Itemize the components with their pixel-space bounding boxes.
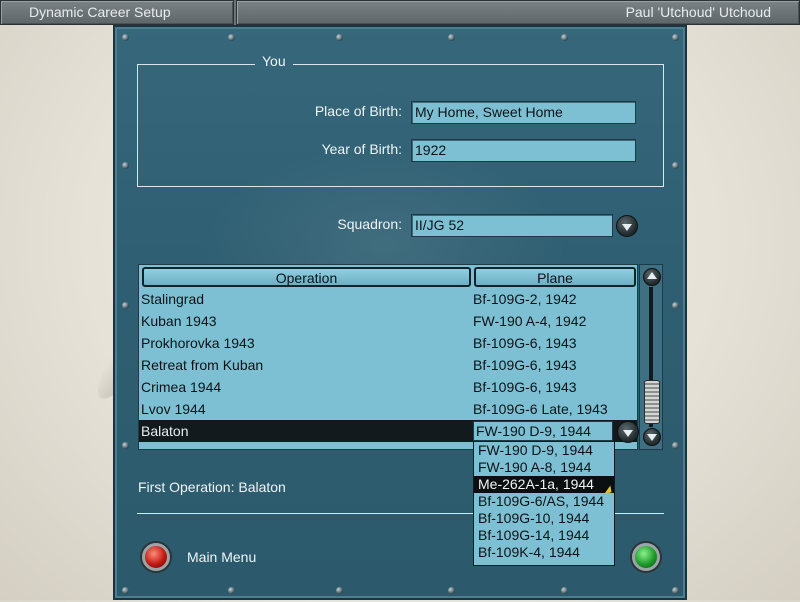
column-header-operation[interactable]: Operation: [142, 267, 471, 287]
rivet: [122, 587, 129, 594]
you-group-title: You: [255, 53, 293, 69]
squadron-dropdown-chevron-down-icon[interactable]: [616, 215, 638, 237]
rivet: [336, 587, 343, 594]
table-row-selected[interactable]: Balaton FW-190 D-9, 1944: [139, 420, 637, 442]
rivet: [672, 587, 679, 594]
plane-cell: FW-190 A-4, 1942: [473, 313, 587, 329]
screen-title: Dynamic Career Setup: [0, 0, 234, 25]
rivet: [122, 162, 129, 169]
plane-cell: Bf-109G-6, 1943: [473, 379, 577, 395]
scroll-down-icon[interactable]: [643, 428, 661, 446]
plane-dropdown-list: FW-190 D-9, 1944 FW-190 A-8, 1944 Me-262…: [473, 441, 615, 566]
operations-table: Operation Plane Stalingrad Bf-109G-2, 19…: [138, 264, 638, 450]
main-menu-label: Main Menu: [187, 549, 257, 565]
table-row[interactable]: Lvov 1944 Bf-109G-6 Late, 1943: [139, 398, 637, 420]
operation-cell: Retreat from Kuban: [141, 357, 264, 373]
rivet: [672, 34, 679, 41]
scroll-thumb[interactable]: [644, 380, 660, 424]
rivet: [561, 587, 568, 594]
plane-option[interactable]: Bf-109G-14, 1944: [474, 527, 614, 544]
squadron-select[interactable]: II/JG 52: [411, 214, 613, 237]
rivet: [672, 442, 679, 449]
plane-option[interactable]: FW-190 A-8, 1944: [474, 459, 614, 476]
you-group-box: [137, 64, 664, 187]
place-of-birth-label: Place of Birth:: [314, 103, 402, 119]
operation-cell: Lvov 1944: [141, 401, 206, 417]
player-name: Paul 'Utchoud' Utchoud: [236, 0, 800, 25]
first-operation-text: First Operation: Balaton: [138, 479, 286, 495]
rivet: [228, 587, 235, 594]
plane-option[interactable]: Bf-109G-6/AS, 1944: [474, 493, 614, 510]
rivet: [122, 442, 129, 449]
plane-cell: Bf-109G-6 Late, 1943: [473, 401, 608, 417]
plane-cell: Bf-109G-2, 1942: [473, 291, 577, 307]
rivet: [561, 34, 568, 41]
plane-cell: Bf-109G-6, 1943: [473, 335, 577, 351]
plane-option[interactable]: Bf-109K-4, 1944: [474, 544, 614, 561]
place-of-birth-field[interactable]: My Home, Sweet Home: [411, 101, 636, 124]
table-row[interactable]: Retreat from Kuban Bf-109G-6, 1943: [139, 354, 637, 376]
plane-select-field[interactable]: FW-190 D-9, 1944: [473, 421, 613, 441]
rivet: [448, 587, 455, 594]
scroll-up-icon[interactable]: [643, 268, 661, 286]
table-row[interactable]: Stalingrad Bf-109G-2, 1942: [139, 288, 637, 310]
next-button[interactable]: [632, 543, 660, 571]
rivet: [122, 302, 129, 309]
operation-cell: Kuban 1943: [141, 313, 217, 329]
title-bar: Dynamic Career Setup Paul 'Utchoud' Utch…: [0, 0, 800, 25]
rivet: [228, 34, 235, 41]
rivet: [672, 162, 679, 169]
plane-option[interactable]: Bf-109G-10, 1944: [474, 510, 614, 527]
plane-option[interactable]: FW-190 D-9, 1944: [474, 442, 614, 459]
plane-cell: Bf-109G-6, 1943: [473, 357, 577, 373]
operation-cell: Balaton: [141, 423, 189, 439]
operation-cell: Prokhorovka 1943: [141, 335, 255, 351]
plane-dropdown-chevron-down-icon[interactable]: [617, 421, 639, 443]
rivet: [336, 34, 343, 41]
rivet: [448, 34, 455, 41]
squadron-label: Squadron:: [337, 216, 402, 232]
table-row[interactable]: Crimea 1944 Bf-109G-6, 1943: [139, 376, 637, 398]
operation-cell: Stalingrad: [141, 291, 205, 307]
column-header-plane[interactable]: Plane: [474, 267, 636, 287]
table-scrollbar[interactable]: [639, 264, 663, 450]
year-of-birth-field[interactable]: 1922: [411, 139, 636, 162]
operation-cell: Crimea 1944: [141, 379, 222, 395]
rivet: [122, 34, 129, 41]
table-row[interactable]: Kuban 1943 FW-190 A-4, 1942: [139, 310, 637, 332]
main-menu-button[interactable]: [142, 543, 170, 571]
table-row[interactable]: Prokhorovka 1943 Bf-109G-6, 1943: [139, 332, 637, 354]
year-of-birth-label: Year of Birth:: [321, 141, 402, 157]
rivet: [672, 302, 679, 309]
plane-option-highlighted[interactable]: Me-262A-1a, 1944: [474, 476, 614, 493]
